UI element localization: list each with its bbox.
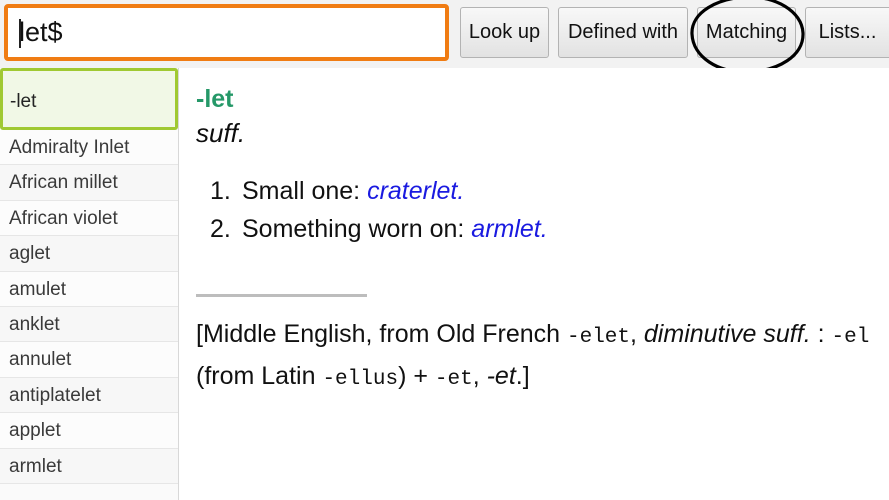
etymology-form-ellus: -ellus (322, 368, 399, 391)
sidebar-item-antiplatelet[interactable]: antiplatelet (0, 377, 178, 414)
sense-text: Something worn on: (242, 215, 472, 243)
matching-button[interactable]: Matching (697, 7, 796, 58)
etymology-form-et: -et (434, 368, 473, 391)
entry-part-of-speech: suff. (196, 118, 246, 148)
entry-pane: -let suff. 1. Small one: craterlet. 2. Som… (180, 68, 889, 500)
entry-headword: -let (196, 85, 234, 113)
sidebar-item-aglet[interactable]: aglet (0, 236, 178, 272)
sidebar-item-anklet[interactable]: anklet (0, 306, 178, 343)
sense-number: 1. (210, 177, 231, 205)
etymology-paren-close: ) + (398, 362, 435, 390)
sense-example-link[interactable]: armlet. (471, 215, 547, 243)
text-caret (19, 19, 21, 48)
sidebar-item-african-millet[interactable]: African millet (0, 165, 178, 201)
etymology-close: .] (515, 362, 530, 390)
sense-item: 1. Small one: craterlet. (196, 172, 875, 210)
sidebar-item-applet[interactable]: applet (0, 413, 178, 449)
search-field-wrapper[interactable] (4, 4, 449, 61)
sense-example-link[interactable]: craterlet. (367, 177, 464, 205)
sense-item: 2. Something worn on: armlet. (196, 210, 875, 248)
etymology-paren-open: (from Latin (196, 362, 323, 390)
sidebar-item-amulet[interactable]: amulet (0, 271, 178, 307)
toolbar: Look up Defined with Matching Lists... (0, 0, 889, 74)
sense-number: 2. (210, 215, 231, 243)
sidebar-item-let[interactable]: -let (0, 68, 178, 130)
sidebar-item-annulet[interactable]: annulet (0, 342, 178, 378)
etymology-open: [Middle English, from Old French (196, 320, 567, 348)
sense-list: 1. Small one: craterlet. 2. Something worn… (196, 172, 875, 248)
etymology-gloss-diminutive: diminutive suff. (643, 320, 811, 348)
sidebar-item-armlet[interactable]: armlet (0, 448, 178, 484)
search-input[interactable] (8, 8, 445, 57)
sidebar-item-admiralty-inlet[interactable]: Admiralty Inlet (0, 130, 178, 166)
dictionary-app: Look up Defined with Matching Lists... -… (0, 0, 889, 500)
look-up-button[interactable]: Look up (460, 7, 549, 58)
lists-button[interactable]: Lists... (805, 7, 889, 58)
etymology-colon: : (810, 320, 832, 348)
sense-text: Small one: (242, 177, 368, 205)
etymology-block: [Middle English, from Old French -elet, … (196, 315, 875, 399)
etymology-crossref-et[interactable]: -et (487, 362, 516, 390)
defined-with-button[interactable]: Defined with (558, 7, 688, 58)
sidebar-item-african-violet[interactable]: African violet (0, 200, 178, 237)
section-divider (196, 294, 367, 297)
etymology-form-elet: -elet (566, 326, 630, 349)
word-list-sidebar[interactable]: -let Admiralty Inlet African millet Afri… (0, 68, 179, 500)
etymology-form-el: -el (831, 326, 870, 349)
etymology-comma: , (630, 320, 644, 348)
etymology-comma-2: , (472, 362, 487, 390)
